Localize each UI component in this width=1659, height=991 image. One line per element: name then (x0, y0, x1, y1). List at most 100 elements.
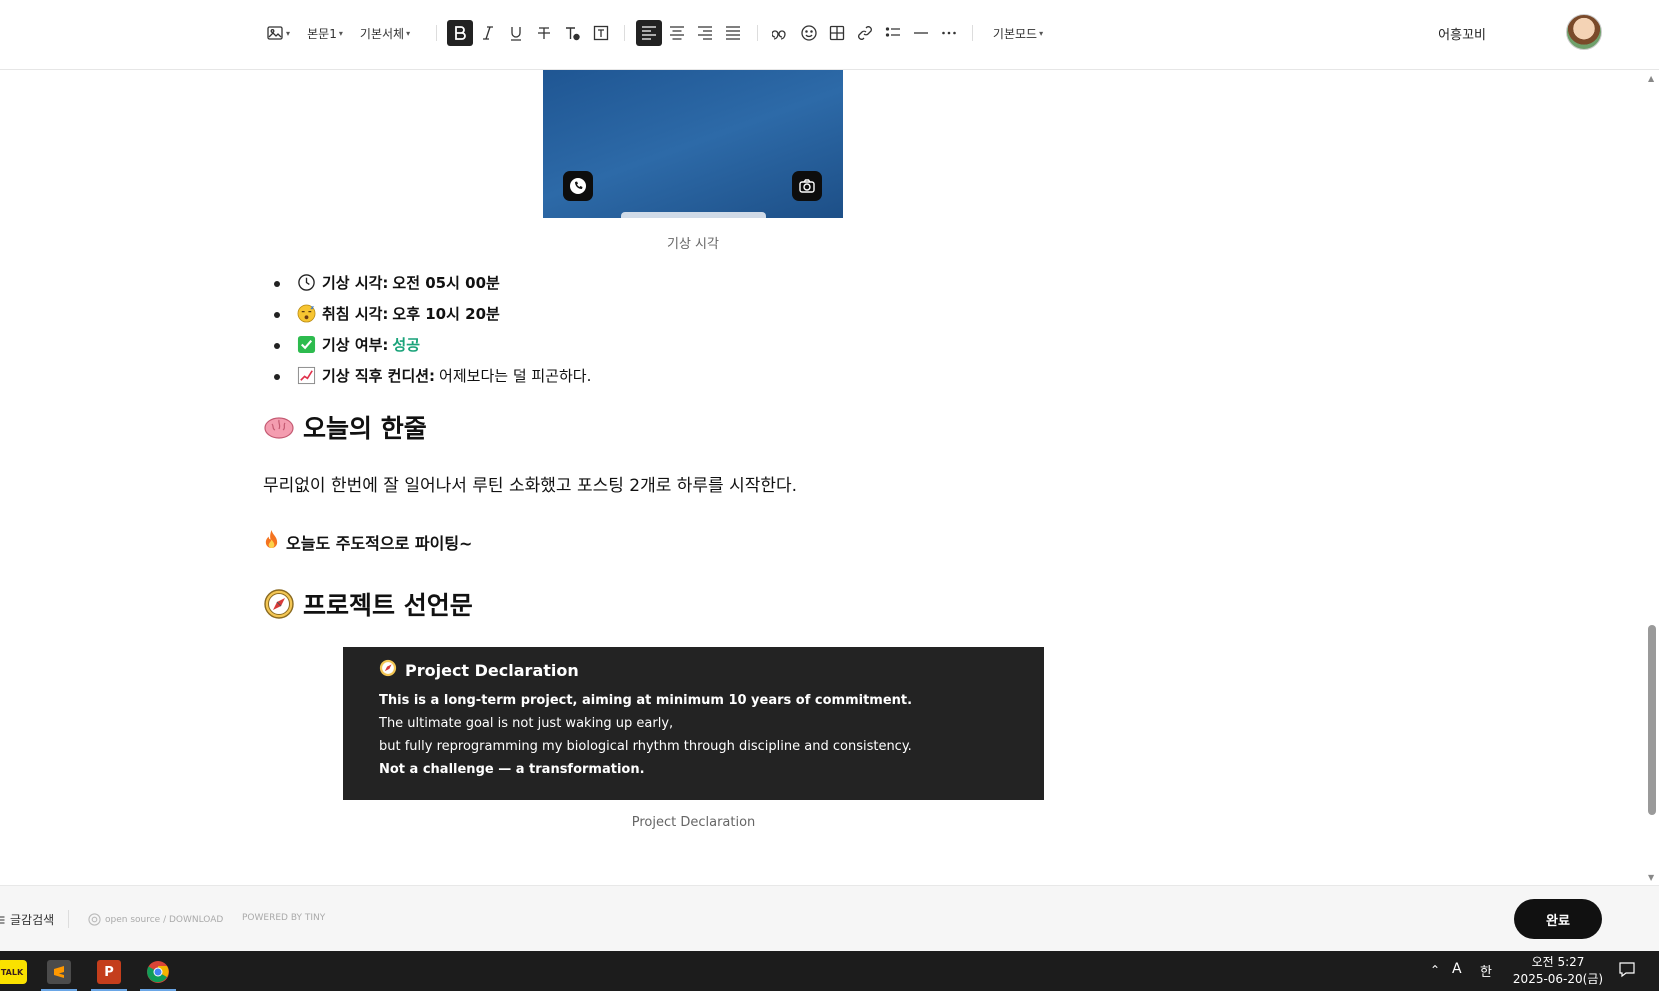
toolbar-divider (972, 25, 973, 41)
list-item-label: 취침 시각: (322, 305, 389, 323)
search-material-label: 글감검색 (10, 913, 55, 927)
editor-content[interactable]: 기상 시각 기상 시각: 오전 05시 00분 취침 시각: 오후 10시 20… (0, 70, 1645, 885)
editor-mode-label: 기본모드 (992, 26, 1038, 41)
editor-footer: 글감검색 open source / DOWNLOAD POWERED BY T… (0, 885, 1659, 951)
horizontal-rule-button[interactable] (908, 20, 934, 46)
italic-button[interactable] (475, 20, 501, 46)
text-color-button[interactable] (559, 20, 585, 46)
link-icon (858, 26, 872, 40)
clock-date: 2025-06-20(금) (1512, 972, 1604, 986)
vertical-scrollbar[interactable]: ▲ ▼ (1645, 70, 1659, 885)
toolbar-divider (624, 25, 625, 41)
more-horizontal-icon (942, 31, 956, 35)
compass-icon (263, 588, 295, 620)
section-heading-project-declaration: 프로젝트 선언문 (263, 586, 473, 622)
chrome-icon[interactable] (138, 953, 178, 991)
scrollbar-thumb[interactable] (1648, 625, 1656, 815)
phone-home-bar (621, 212, 766, 218)
tray-overflow-icon[interactable]: ⌃ (1430, 963, 1440, 977)
language-indicator[interactable]: 한 (1480, 961, 1492, 980)
ime-mode-icon[interactable]: A (1452, 961, 1462, 977)
windows-taskbar: TALK P ⌃ A 한 오전 5:27 2025-06-20(금) (0, 951, 1659, 991)
font-family-dropdown[interactable]: 기본서체 ▾ (357, 20, 413, 46)
powerpoint-icon[interactable]: P (89, 953, 129, 991)
list-item-value: 오전 05시 00분 (392, 274, 500, 292)
image-caption: Project Declaration (631, 815, 756, 830)
open-source-icon (88, 913, 101, 926)
strikethrough-button[interactable] (531, 20, 557, 46)
sublime-text-icon[interactable] (39, 953, 79, 991)
taskbar-clock[interactable]: 오전 5:27 2025-06-20(금) (1508, 954, 1608, 988)
align-center-icon (670, 26, 684, 40)
list-item-value: 성공 (392, 336, 421, 354)
align-justify-icon (726, 26, 740, 40)
bold-button[interactable] (447, 20, 473, 46)
table-button[interactable] (824, 20, 850, 46)
declaration-title: Project Declaration (379, 659, 1008, 681)
toolbar-divider (757, 25, 758, 41)
editor-mode-dropdown[interactable]: 기본모드 ▾ (990, 20, 1046, 46)
wake-time-screenshot-image[interactable] (543, 70, 843, 218)
cheer-text: 오늘도 주도적으로 파이팅~ (286, 533, 473, 553)
clock-icon (297, 273, 316, 292)
open-source-link[interactable]: open source / DOWNLOAD (88, 913, 223, 926)
sublime-logo-icon (54, 966, 64, 978)
paragraph-style-dropdown[interactable]: 본문1 ▾ (305, 20, 345, 46)
declaration-line: Not a challenge — a transformation. (379, 762, 645, 777)
align-justify-button[interactable] (720, 20, 746, 46)
emoticon-button[interactable] (796, 20, 822, 46)
fire-icon (263, 529, 280, 554)
bullet-list-button[interactable] (880, 20, 906, 46)
kakaotalk-badge: TALK (0, 960, 27, 984)
chart-increasing-icon (297, 366, 316, 385)
font-family-label: 기본서체 (359, 26, 405, 41)
compass-icon (379, 659, 397, 681)
quote-icon (772, 30, 786, 40)
phone-app-button (563, 171, 593, 201)
insert-image-dropdown[interactable]: ▾ (264, 20, 292, 46)
brain-icon (263, 411, 295, 443)
section-heading-daily-line: 오늘의 한줄 (263, 409, 427, 445)
list-item: 취침 시각: 오후 10시 20분 (273, 298, 591, 329)
search-material-button[interactable]: 글감검색 (0, 911, 54, 928)
align-right-button[interactable] (692, 20, 718, 46)
chevron-down-icon: ▾ (406, 28, 411, 38)
list-item-label: 기상 여부: (322, 336, 389, 354)
link-button[interactable] (852, 20, 878, 46)
wake-log-list: 기상 시각: 오전 05시 00분 취침 시각: 오후 10시 20분 기상 여… (273, 267, 592, 391)
powerpoint-badge: P (97, 960, 121, 984)
avatar[interactable] (1566, 14, 1602, 50)
chevron-down-icon: ▾ (285, 28, 290, 38)
underline-button[interactable] (503, 20, 529, 46)
scroll-down-arrow-icon[interactable]: ▼ (1648, 873, 1654, 882)
list-item-value: 어제보다는 덜 피곤하다. (439, 367, 592, 385)
align-center-button[interactable] (664, 20, 690, 46)
sleepy-face-icon (297, 304, 316, 323)
section-heading-text: 프로젝트 선언문 (303, 591, 473, 620)
toolbar-divider (436, 25, 437, 41)
project-declaration-image[interactable]: Project Declaration This is a long-term … (343, 647, 1044, 800)
paragraph-style-label: 본문1 (307, 26, 337, 41)
align-left-button[interactable] (636, 20, 662, 46)
footer-divider (68, 910, 69, 928)
quote-button[interactable] (768, 20, 794, 46)
bold-icon (455, 26, 466, 40)
list-item-value: 오후 10시 20분 (392, 305, 500, 323)
declaration-line: This is a long-term project, aiming at m… (379, 693, 913, 708)
list-item: 기상 여부: 성공 (273, 329, 591, 360)
done-button[interactable]: 완료 (1514, 899, 1602, 939)
daily-line-paragraph: 무리없이 한번에 잘 일어나서 루틴 소화했고 포스팅 2개로 하루를 시작한다… (263, 476, 798, 496)
phone-camera-button (792, 171, 822, 201)
scroll-up-arrow-icon[interactable]: ▲ (1648, 74, 1654, 83)
list-item: 기상 시각: 오전 05시 00분 (273, 267, 591, 298)
editor-toolbar: ▾ 본문1 ▾ 기본서체 ▾ 기본모드 ▾ 어흥꼬비 (0, 0, 1659, 70)
text-background-button[interactable] (588, 20, 614, 46)
declaration-title-text: Project Declaration (405, 660, 579, 680)
list-item-label: 기상 시각: (322, 274, 389, 292)
more-button[interactable] (936, 20, 962, 46)
kakaotalk-icon[interactable]: TALK (0, 953, 32, 991)
chrome-logo-icon (147, 961, 169, 983)
clock-time: 오전 5:27 (1531, 955, 1585, 969)
underline-icon (511, 27, 521, 41)
notification-icon[interactable] (1618, 960, 1636, 982)
